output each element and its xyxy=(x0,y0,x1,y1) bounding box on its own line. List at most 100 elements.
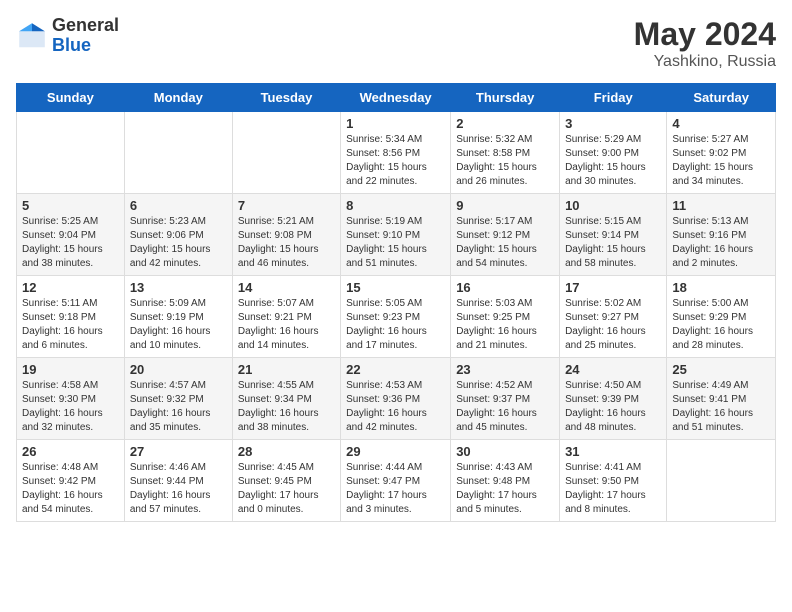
day-number: 19 xyxy=(22,362,119,377)
calendar-cell: 27Sunrise: 4:46 AM Sunset: 9:44 PM Dayli… xyxy=(124,440,232,522)
logo-icon xyxy=(16,20,48,52)
day-header-friday: Friday xyxy=(560,84,667,112)
calendar-cell: 7 Sunrise: 5:21 AM Sunset: 9:08 PM Daylig… xyxy=(232,194,340,276)
calendar-cell: 6 Sunrise: 5:23 AM Sunset: 9:06 PM Daylig… xyxy=(124,194,232,276)
page-header: General Blue May 2024 Yashkino, Russia xyxy=(16,16,776,71)
day-info: Sunrise: 4:50 AM Sunset: 9:39 PM Dayligh… xyxy=(565,379,661,435)
title-area: May 2024 Yashkino, Russia xyxy=(634,16,776,71)
calendar-cell: 5 Sunrise: 5:25 AM Sunset: 9:04 PM Daylig… xyxy=(17,194,125,276)
calendar-week-row: 19Sunrise: 4:58 AM Sunset: 9:30 PM Dayli… xyxy=(17,358,776,440)
day-number: 13 xyxy=(130,280,227,295)
day-info: Sunrise: 5:32 AM Sunset: 8:58 PM Dayligh… xyxy=(456,133,554,189)
calendar-cell: 10Sunrise: 5:15 AM Sunset: 9:14 PM Dayli… xyxy=(560,194,667,276)
day-number: 6 xyxy=(130,198,227,213)
calendar-cell: 25 Sunrise: 4:49 AM Sunset: 9:41 PM Dayli… xyxy=(667,358,776,440)
day-number: 24 xyxy=(565,362,661,377)
calendar-week-row: 26 Sunrise: 4:48 AM Sunset: 9:42 PM Dayli… xyxy=(17,440,776,522)
day-info: Sunrise: 4:52 AM Sunset: 9:37 PM Dayligh… xyxy=(456,379,554,435)
day-info: Sunrise: 4:53 AM Sunset: 9:36 PM Dayligh… xyxy=(346,379,445,435)
day-info: Sunrise: 5:09 AM Sunset: 9:19 PM Dayligh… xyxy=(130,297,227,353)
day-number: 23 xyxy=(456,362,554,377)
day-info: Sunrise: 5:00 AM Sunset: 9:29 PM Dayligh… xyxy=(672,297,770,353)
day-info: Sunrise: 4:55 AM Sunset: 9:34 PM Dayligh… xyxy=(238,379,335,435)
day-info: Sunrise: 5:17 AM Sunset: 9:12 PM Dayligh… xyxy=(456,215,554,271)
day-info: Sunrise: 4:48 AM Sunset: 9:42 PM Dayligh… xyxy=(22,461,119,517)
day-header-monday: Monday xyxy=(124,84,232,112)
day-number: 8 xyxy=(346,198,445,213)
logo-text: General Blue xyxy=(52,16,119,56)
day-info: Sunrise: 4:49 AM Sunset: 9:41 PM Dayligh… xyxy=(672,379,770,435)
day-info: Sunrise: 5:02 AM Sunset: 9:27 PM Dayligh… xyxy=(565,297,661,353)
day-info: Sunrise: 4:45 AM Sunset: 9:45 PM Dayligh… xyxy=(238,461,335,517)
day-number: 14 xyxy=(238,280,335,295)
calendar-cell: 31 Sunrise: 4:41 AM Sunset: 9:50 PM Dayli… xyxy=(560,440,667,522)
day-number: 5 xyxy=(22,198,119,213)
day-info: Sunrise: 5:23 AM Sunset: 9:06 PM Dayligh… xyxy=(130,215,227,271)
calendar-cell: 2 Sunrise: 5:32 AM Sunset: 8:58 PM Daylig… xyxy=(451,112,560,194)
day-info: Sunrise: 5:19 AM Sunset: 9:10 PM Dayligh… xyxy=(346,215,445,271)
day-info: Sunrise: 5:13 AM Sunset: 9:16 PM Dayligh… xyxy=(672,215,770,271)
calendar-cell xyxy=(232,112,340,194)
day-info: Sunrise: 5:27 AM Sunset: 9:02 PM Dayligh… xyxy=(672,133,770,189)
calendar-cell: 26 Sunrise: 4:48 AM Sunset: 9:42 PM Dayli… xyxy=(17,440,125,522)
logo-blue-text: Blue xyxy=(52,36,119,56)
day-number: 31 xyxy=(565,444,661,459)
day-number: 4 xyxy=(672,116,770,131)
calendar-cell: 16Sunrise: 5:03 AM Sunset: 9:25 PM Dayli… xyxy=(451,276,560,358)
day-number: 26 xyxy=(22,444,119,459)
calendar-cell: 13 Sunrise: 5:09 AM Sunset: 9:19 PM Dayli… xyxy=(124,276,232,358)
day-number: 7 xyxy=(238,198,335,213)
day-info: Sunrise: 5:25 AM Sunset: 9:04 PM Dayligh… xyxy=(22,215,119,271)
logo-general-text: General xyxy=(52,16,119,36)
day-info: Sunrise: 5:34 AM Sunset: 8:56 PM Dayligh… xyxy=(346,133,445,189)
calendar-header-row: SundayMondayTuesdayWednesdayThursdayFrid… xyxy=(17,84,776,112)
day-number: 11 xyxy=(672,198,770,213)
day-number: 29 xyxy=(346,444,445,459)
calendar-cell xyxy=(17,112,125,194)
calendar-cell: 1Sunrise: 5:34 AM Sunset: 8:56 PM Daylig… xyxy=(341,112,451,194)
location-text: Yashkino, Russia xyxy=(634,53,776,71)
calendar-cell: 4 Sunrise: 5:27 AM Sunset: 9:02 PM Daylig… xyxy=(667,112,776,194)
day-info: Sunrise: 4:46 AM Sunset: 9:44 PM Dayligh… xyxy=(130,461,227,517)
day-header-sunday: Sunday xyxy=(17,84,125,112)
day-header-wednesday: Wednesday xyxy=(341,84,451,112)
day-number: 9 xyxy=(456,198,554,213)
calendar-cell: 8 Sunrise: 5:19 AM Sunset: 9:10 PM Daylig… xyxy=(341,194,451,276)
day-header-thursday: Thursday xyxy=(451,84,560,112)
calendar-cell: 23 Sunrise: 4:52 AM Sunset: 9:37 PM Dayli… xyxy=(451,358,560,440)
calendar-cell: 17 Sunrise: 5:02 AM Sunset: 9:27 PM Dayli… xyxy=(560,276,667,358)
calendar-cell: 24 Sunrise: 4:50 AM Sunset: 9:39 PM Dayli… xyxy=(560,358,667,440)
day-info: Sunrise: 5:11 AM Sunset: 9:18 PM Dayligh… xyxy=(22,297,119,353)
calendar-cell: 29Sunrise: 4:44 AM Sunset: 9:47 PM Dayli… xyxy=(341,440,451,522)
day-info: Sunrise: 4:41 AM Sunset: 9:50 PM Dayligh… xyxy=(565,461,661,517)
calendar-cell: 3Sunrise: 5:29 AM Sunset: 9:00 PM Daylig… xyxy=(560,112,667,194)
calendar-cell: 12Sunrise: 5:11 AM Sunset: 9:18 PM Dayli… xyxy=(17,276,125,358)
calendar-cell: 30 Sunrise: 4:43 AM Sunset: 9:48 PM Dayli… xyxy=(451,440,560,522)
calendar-cell: 15Sunrise: 5:05 AM Sunset: 9:23 PM Dayli… xyxy=(341,276,451,358)
calendar-cell: 14 Sunrise: 5:07 AM Sunset: 9:21 PM Dayli… xyxy=(232,276,340,358)
day-number: 22 xyxy=(346,362,445,377)
calendar-cell: 11 Sunrise: 5:13 AM Sunset: 9:16 PM Dayli… xyxy=(667,194,776,276)
day-number: 25 xyxy=(672,362,770,377)
day-info: Sunrise: 4:43 AM Sunset: 9:48 PM Dayligh… xyxy=(456,461,554,517)
day-header-saturday: Saturday xyxy=(667,84,776,112)
calendar-table: SundayMondayTuesdayWednesdayThursdayFrid… xyxy=(16,83,776,522)
day-number: 2 xyxy=(456,116,554,131)
month-title: May 2024 xyxy=(634,16,776,53)
calendar-week-row: 12Sunrise: 5:11 AM Sunset: 9:18 PM Dayli… xyxy=(17,276,776,358)
day-number: 18 xyxy=(672,280,770,295)
calendar-week-row: 5 Sunrise: 5:25 AM Sunset: 9:04 PM Daylig… xyxy=(17,194,776,276)
day-number: 17 xyxy=(565,280,661,295)
day-info: Sunrise: 5:07 AM Sunset: 9:21 PM Dayligh… xyxy=(238,297,335,353)
calendar-cell: 21Sunrise: 4:55 AM Sunset: 9:34 PM Dayli… xyxy=(232,358,340,440)
day-number: 20 xyxy=(130,362,227,377)
calendar-cell: 20 Sunrise: 4:57 AM Sunset: 9:32 PM Dayli… xyxy=(124,358,232,440)
day-number: 3 xyxy=(565,116,661,131)
calendar-cell: 19Sunrise: 4:58 AM Sunset: 9:30 PM Dayli… xyxy=(17,358,125,440)
calendar-cell xyxy=(667,440,776,522)
day-header-tuesday: Tuesday xyxy=(232,84,340,112)
day-info: Sunrise: 4:57 AM Sunset: 9:32 PM Dayligh… xyxy=(130,379,227,435)
calendar-cell: 22 Sunrise: 4:53 AM Sunset: 9:36 PM Dayli… xyxy=(341,358,451,440)
day-number: 30 xyxy=(456,444,554,459)
day-info: Sunrise: 5:21 AM Sunset: 9:08 PM Dayligh… xyxy=(238,215,335,271)
